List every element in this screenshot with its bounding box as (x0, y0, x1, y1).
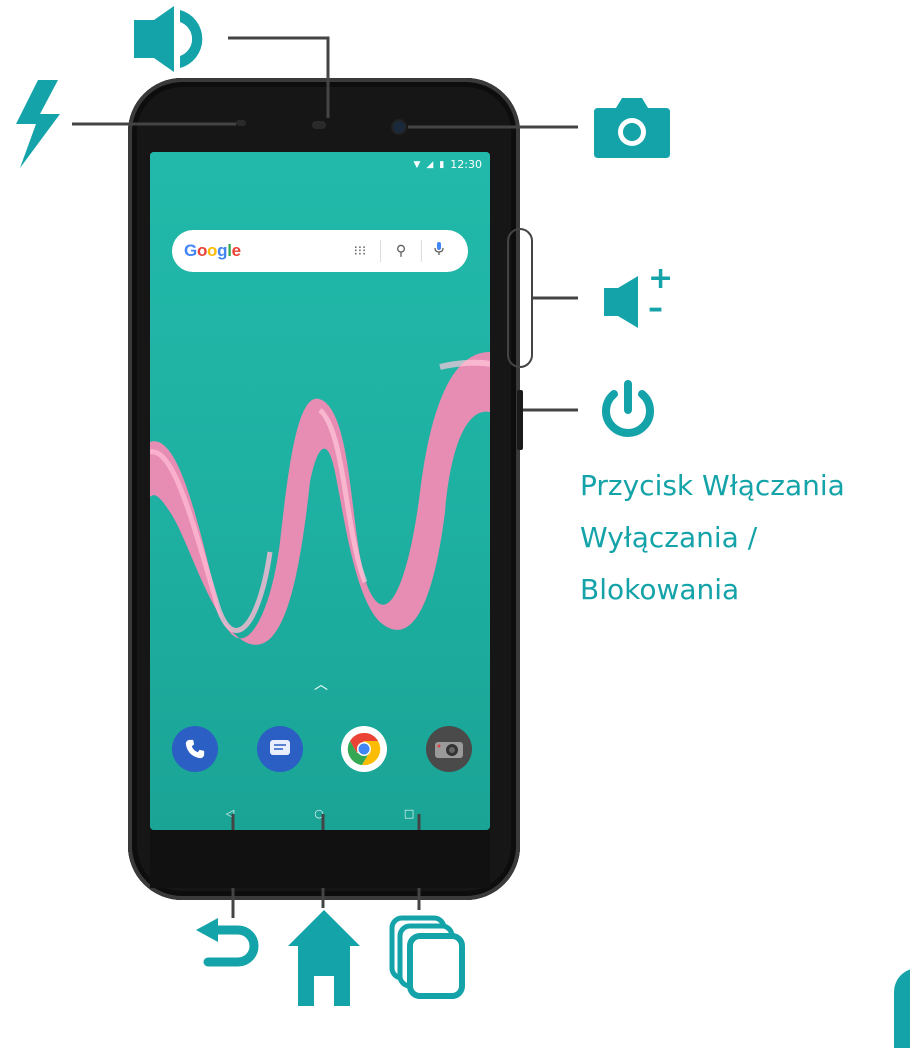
power-icon (602, 380, 654, 437)
page-corner-tab (894, 968, 910, 1048)
caption-line-1: Przycisk Włączania (580, 469, 845, 502)
camera-icon (594, 98, 670, 158)
speaker-icon (134, 6, 203, 72)
caption-line-2: Wyłączania / (580, 521, 758, 554)
phone-chin (150, 830, 490, 888)
volume-plus-label: + (648, 261, 674, 296)
back-icon (196, 918, 259, 967)
caption-line-3: Blokowania (580, 573, 740, 606)
power-button-caption: Przycisk Włączania Wyłączania / Blokowan… (580, 460, 845, 616)
recent-apps-icon (389, 915, 465, 999)
flash-icon (16, 80, 60, 168)
home-icon (288, 910, 360, 1006)
volume-minus-label: – (648, 291, 663, 326)
